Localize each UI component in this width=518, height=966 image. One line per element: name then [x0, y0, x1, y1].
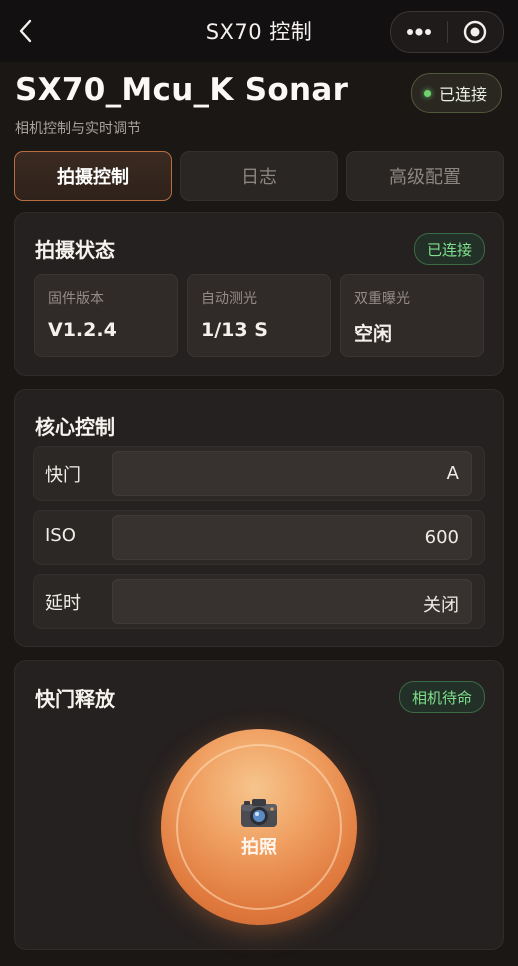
stat-label: 双重曝光 — [354, 291, 410, 307]
stat-value: 空闲 — [354, 323, 393, 345]
stat-firmware-version: 固件版本 V1.2.4 — [34, 274, 178, 357]
chevron-left-icon — [19, 19, 32, 43]
tab-shoot-control[interactable]: 拍摄控制 — [14, 151, 172, 201]
status-dot-icon — [423, 89, 431, 97]
stat-value: V1.2.4 — [48, 319, 117, 341]
connection-status-badge: 已连接 — [410, 73, 502, 113]
shutter-button-label: 拍照 — [241, 837, 277, 858]
shutter-release-card: 快门释放 相机待命 拍照 — [14, 660, 504, 950]
delay-select[interactable]: 关闭 — [112, 579, 472, 624]
camera-icon — [241, 799, 277, 827]
control-value: 600 — [424, 527, 459, 548]
control-label: ISO — [45, 525, 76, 546]
close-miniprogram-button[interactable] — [447, 12, 503, 52]
control-value: 关闭 — [423, 595, 459, 616]
tab-bar: 拍摄控制 日志 高级配置 — [14, 151, 504, 201]
core-control-card: 核心控制 快门 A ISO 600 延时 关闭 — [14, 389, 504, 647]
card-title: 核心控制 — [35, 415, 115, 439]
device-subtitle: 相机控制与实时调节 — [15, 121, 141, 137]
target-icon — [464, 20, 487, 44]
stat-label: 自动测光 — [201, 291, 257, 307]
back-button[interactable] — [14, 17, 36, 45]
camera-standby-badge: 相机待命 — [398, 681, 485, 713]
card-title: 快门释放 — [35, 687, 115, 711]
tab-advanced-config[interactable]: 高级配置 — [346, 151, 504, 201]
control-label: 延时 — [45, 593, 81, 614]
shutter-control-row: 快门 A — [33, 446, 485, 501]
mini-program-capsule — [390, 11, 504, 53]
nav-bar: SX70 控制 — [0, 0, 518, 62]
tab-log[interactable]: 日志 — [180, 151, 338, 201]
shutter-release-button[interactable]: 拍照 — [161, 729, 357, 925]
iso-select[interactable]: 600 — [112, 515, 472, 560]
more-button[interactable] — [391, 12, 447, 52]
control-value: A — [446, 463, 459, 484]
more-dots-icon — [406, 28, 431, 36]
shutter-select[interactable]: A — [112, 451, 472, 496]
shooting-status-card: 拍摄状态 已连接 固件版本 V1.2.4 自动测光 1/13 S 双重曝光 空闲 — [14, 212, 504, 376]
stat-double-exposure: 双重曝光 空闲 — [340, 274, 484, 357]
nav-title: SX70 控制 — [205, 20, 313, 44]
connection-status-text: 已连接 — [438, 85, 487, 104]
iso-control-row: ISO 600 — [33, 510, 485, 565]
stat-value: 1/13 S — [201, 319, 268, 341]
stat-label: 固件版本 — [48, 291, 104, 307]
card-title: 拍摄状态 — [35, 238, 115, 262]
status-badge: 已连接 — [413, 233, 485, 265]
stat-auto-metering: 自动测光 1/13 S — [187, 274, 331, 357]
delay-control-row: 延时 关闭 — [33, 574, 485, 629]
device-name: SX70_Mcu_K Sonar — [15, 72, 349, 108]
control-label: 快门 — [45, 465, 81, 486]
